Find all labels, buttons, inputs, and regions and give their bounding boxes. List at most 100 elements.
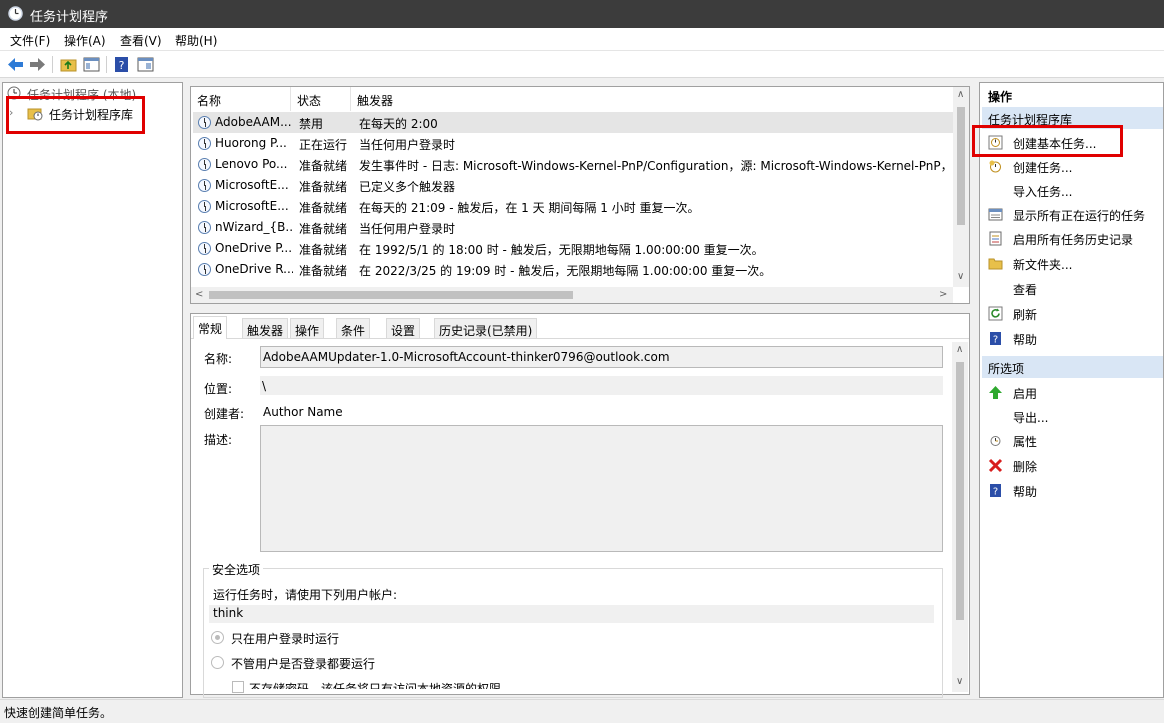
task-row[interactable]: OneDrive R... 准备就绪 在 2022/3/25 的 19:09 时… bbox=[193, 259, 953, 280]
task-row[interactable]: MicrosoftE... 准备就绪 已定义多个触发器 bbox=[193, 175, 953, 196]
detail-vscroll[interactable]: ∧ ∨ bbox=[952, 342, 968, 692]
tab-triggers[interactable]: 触发器 bbox=[242, 318, 289, 338]
task-clock-icon bbox=[198, 158, 211, 171]
folder-icon bbox=[988, 258, 1003, 270]
folder-up-icon[interactable] bbox=[59, 55, 78, 74]
column-header-status[interactable]: 状态 bbox=[291, 87, 351, 111]
author-label: 创建者: bbox=[204, 407, 245, 421]
back-arrow-icon[interactable] bbox=[6, 55, 25, 74]
show-pane-icon[interactable] bbox=[136, 55, 155, 74]
section-selected-header[interactable]: 所选项 bbox=[982, 356, 1163, 378]
radio-run-logged-on[interactable] bbox=[211, 631, 224, 644]
scroll-thumb[interactable] bbox=[209, 291, 573, 299]
name-field[interactable]: AdobeAAMUpdater-1.0-MicrosoftAccount-thi… bbox=[260, 346, 943, 368]
no-password-label: 不存储密码。该任务将只有访问本地资源的权限 bbox=[249, 682, 502, 689]
task-row[interactable]: nWizard_{B... 准备就绪 当任何用户登录时 bbox=[193, 217, 953, 238]
no-password-clip: 不存储密码。该任务将只有访问本地资源的权限 bbox=[249, 680, 939, 689]
column-header-trigger[interactable]: 触发器 bbox=[351, 87, 953, 111]
action-import-task[interactable]: 导入任务... bbox=[982, 179, 1163, 202]
task-clock-icon bbox=[198, 242, 211, 255]
task-list-hscroll[interactable]: < > bbox=[191, 287, 953, 303]
action-refresh[interactable]: 刷新 bbox=[982, 302, 1163, 325]
action-delete[interactable]: 删除 bbox=[982, 454, 1163, 477]
actions-pane: 操作 任务计划程序库 创建基本任务... 创建任务... 导入任务... 显示所… bbox=[972, 82, 1164, 698]
action-export[interactable]: 导出... bbox=[982, 405, 1163, 428]
task-row[interactable]: Lenovo Po... 准备就绪 发生事件时 - 日志: Microsoft-… bbox=[193, 154, 953, 175]
task-row[interactable]: OneDrive P... 准备就绪 在 1992/5/1 的 18:00 时 … bbox=[193, 238, 953, 259]
task-clock-icon bbox=[198, 263, 211, 276]
tab-settings[interactable]: 设置 bbox=[386, 318, 421, 338]
menu-file[interactable]: 文件(F) bbox=[10, 32, 50, 49]
scroll-up-icon[interactable]: ∧ bbox=[956, 344, 963, 355]
action-help[interactable]: ? 帮助 bbox=[982, 327, 1163, 350]
scroll-left-icon[interactable]: < bbox=[195, 289, 203, 300]
tab-general[interactable]: 常规 bbox=[193, 316, 228, 339]
scroll-up-icon[interactable]: ∧ bbox=[957, 89, 964, 100]
console-tree-icon[interactable] bbox=[82, 55, 101, 74]
run-as-user-field[interactable]: think bbox=[209, 605, 934, 623]
menu-view[interactable]: 查看(V) bbox=[120, 32, 162, 49]
action-help-selected[interactable]: ? 帮助 bbox=[982, 479, 1163, 502]
task-scheduler-clock-icon bbox=[8, 6, 23, 21]
status-text: 快速创建简单任务。 bbox=[4, 706, 113, 720]
scroll-thumb[interactable] bbox=[957, 107, 965, 225]
scroll-thumb[interactable] bbox=[956, 362, 964, 620]
highlight-box bbox=[972, 125, 1123, 157]
action-show-running[interactable]: 显示所有正在运行的任务 bbox=[982, 203, 1163, 226]
action-new-folder[interactable]: 新文件夹... bbox=[982, 252, 1163, 275]
console-tree: 任务计划程序 (本地) › 任务计划程序库 bbox=[2, 82, 183, 698]
actions-header: 操作 bbox=[982, 84, 1163, 106]
task-row[interactable]: AdobeAAM... 禁用 在每天的 2:00 bbox=[193, 112, 953, 133]
action-create-task[interactable]: 创建任务... bbox=[982, 155, 1163, 178]
refresh-icon bbox=[988, 306, 1003, 321]
run-as-label: 运行任务时，请使用下列用户帐户: bbox=[213, 588, 398, 602]
scroll-right-icon[interactable]: > bbox=[939, 289, 947, 300]
description-label: 描述: bbox=[204, 433, 233, 447]
toolbar: ? bbox=[0, 51, 1164, 78]
task-clock-icon bbox=[198, 200, 211, 213]
title-bar: 任务计划程序 bbox=[0, 0, 1164, 28]
column-header-name[interactable]: 名称 bbox=[191, 87, 291, 111]
svg-text:?: ? bbox=[119, 59, 125, 72]
task-list: 名称 状态 触发器 AdobeAAM... 禁用 在每天的 2:00 Huoro… bbox=[190, 86, 970, 304]
task-detail: 常规 触发器 操作 条件 设置 历史记录(已禁用) 名称: AdobeAAMUp… bbox=[190, 313, 970, 698]
radio-run-always[interactable] bbox=[211, 656, 224, 669]
tab-history[interactable]: 历史记录(已禁用) bbox=[434, 318, 538, 338]
menu-action[interactable]: 操作(A) bbox=[64, 32, 106, 49]
enable-arrow-icon bbox=[989, 386, 1002, 399]
status-bar: 快速创建简单任务。 bbox=[0, 699, 1164, 723]
description-field[interactable] bbox=[260, 425, 943, 552]
menu-help[interactable]: 帮助(H) bbox=[175, 32, 217, 49]
action-enable[interactable]: 启用 bbox=[982, 381, 1163, 404]
highlight-box bbox=[6, 96, 145, 134]
tab-actions[interactable]: 操作 bbox=[290, 318, 325, 338]
scroll-down-icon[interactable]: ∨ bbox=[957, 271, 964, 282]
name-label: 名称: bbox=[204, 352, 233, 366]
window-title: 任务计划程序 bbox=[30, 10, 109, 25]
help-icon: ? bbox=[990, 484, 1001, 498]
delete-x-icon bbox=[988, 458, 1003, 473]
action-enable-history[interactable]: 启用所有任务历史记录 bbox=[982, 227, 1163, 250]
create-task-icon bbox=[989, 160, 1001, 173]
radio-run-always-label: 不管用户是否登录都要运行 bbox=[231, 657, 376, 671]
history-icon bbox=[989, 231, 1002, 246]
forward-arrow-icon[interactable] bbox=[28, 55, 47, 74]
scroll-down-icon[interactable]: ∨ bbox=[956, 676, 963, 687]
svg-text:?: ? bbox=[993, 487, 998, 498]
task-list-vscroll[interactable]: ∧ ∨ bbox=[953, 87, 969, 287]
tab-conditions[interactable]: 条件 bbox=[336, 318, 371, 338]
task-row[interactable]: MicrosoftE... 准备就绪 在每天的 21:09 - 触发后，在 1 … bbox=[193, 196, 953, 217]
location-field[interactable]: \ bbox=[260, 376, 943, 395]
menu-bar: 文件(F) 操作(A) 查看(V) 帮助(H) bbox=[0, 28, 1164, 51]
action-view[interactable]: 查看 bbox=[982, 277, 1163, 300]
running-tasks-icon bbox=[988, 208, 1003, 221]
no-password-checkbox[interactable] bbox=[232, 681, 244, 693]
task-clock-icon bbox=[198, 116, 211, 129]
action-properties[interactable]: 属性 bbox=[982, 429, 1163, 452]
task-row[interactable]: Huorong P... 正在运行 当任何用户登录时 bbox=[193, 133, 953, 154]
task-clock-icon bbox=[198, 221, 211, 234]
svg-text:?: ? bbox=[993, 335, 998, 346]
radio-run-logged-on-label: 只在用户登录时运行 bbox=[231, 632, 340, 646]
help-icon[interactable]: ? bbox=[112, 55, 131, 74]
author-value: Author Name bbox=[263, 405, 343, 419]
